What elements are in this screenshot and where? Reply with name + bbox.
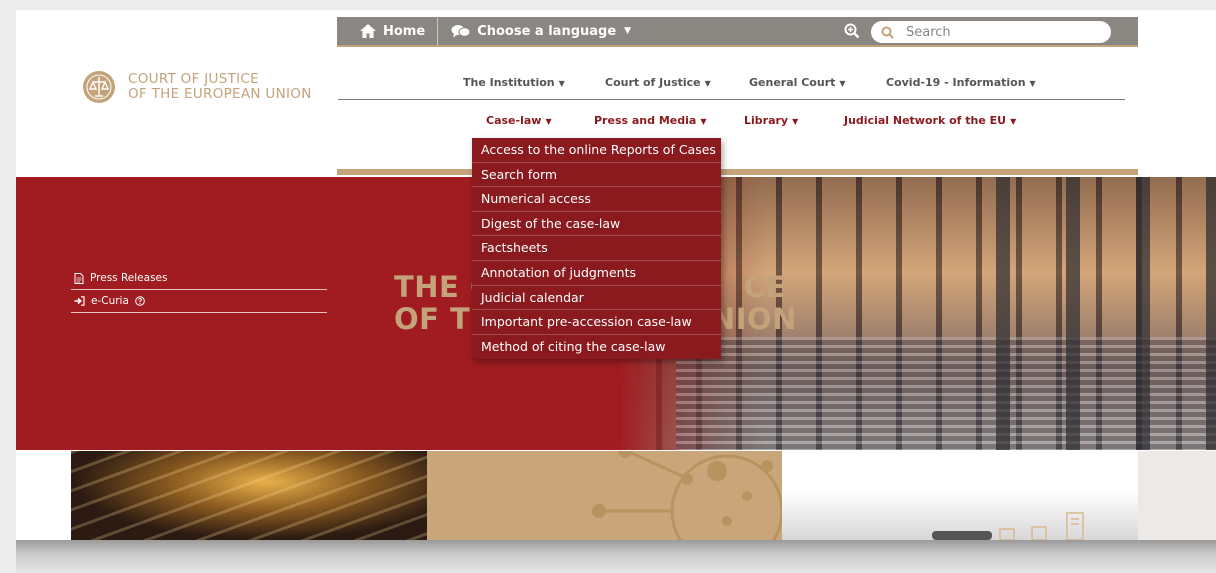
menu-item-judicial-calendar[interactable]: Judicial calendar — [472, 286, 721, 311]
hero-title-line1-end: CE — [743, 270, 786, 304]
help-icon[interactable] — [135, 296, 145, 306]
case-law-dropdown: Access to the online Reports of Cases Se… — [472, 138, 721, 360]
nav-judicial-network[interactable]: Judicial Network of the EU ▼ — [844, 114, 1016, 127]
nav-case-law[interactable]: Case-law ▼ — [486, 114, 552, 127]
chevron-down-icon: ▼ — [558, 79, 565, 88]
courtroom-photo — [71, 451, 427, 540]
nav-label: General Court — [749, 76, 836, 89]
document-icon — [74, 272, 84, 284]
covid-tile[interactable] — [427, 451, 782, 540]
press-releases-link[interactable]: Press Releases — [71, 269, 327, 290]
language-selector[interactable]: Choose a language ▼ — [438, 24, 631, 39]
e-curia-label: e-Curia — [91, 295, 129, 307]
nav-court-of-justice[interactable]: Court of Justice ▼ — [605, 76, 711, 89]
top-bar: Home Choose a language ▼ — [337, 17, 1138, 47]
nav-label: The Institution — [463, 76, 555, 89]
nav-label: Press and Media — [594, 114, 697, 127]
sign-in-icon — [74, 296, 85, 306]
menu-item-factsheets[interactable]: Factsheets — [472, 236, 721, 261]
nav-label: Judicial Network of the EU — [844, 114, 1007, 127]
nav-label: Court of Justice — [605, 76, 701, 89]
virus-icon — [592, 451, 782, 540]
nav-general-court[interactable]: General Court ▼ — [749, 76, 846, 89]
chevron-down-icon: ▼ — [839, 79, 846, 88]
main-nav-row1: The Institution ▼ Court of Justice ▼ Gener… — [338, 76, 1125, 100]
press-releases-label: Press Releases — [90, 272, 168, 284]
menu-item-annotation[interactable]: Annotation of judgments — [472, 261, 721, 286]
window-bottom-edge — [16, 540, 1216, 573]
nav-press-and-media[interactable]: Press and Media ▼ — [594, 114, 706, 127]
browser-page: Home Choose a language ▼ COURT OF JUSTIC… — [16, 10, 1216, 540]
home-icon — [360, 24, 376, 38]
home-label: Home — [383, 23, 426, 39]
e-curia-link[interactable]: e-Curia — [71, 290, 327, 313]
nav-divider — [337, 169, 1138, 175]
nav-label: Case-law — [486, 114, 542, 127]
search-icon[interactable] — [881, 26, 894, 39]
menu-item-digest[interactable]: Digest of the case-law — [472, 212, 721, 237]
chevron-down-icon: ▼ — [700, 117, 707, 126]
building-tile[interactable] — [782, 451, 1138, 540]
hero-columns — [996, 177, 1216, 450]
search-box[interactable] — [871, 21, 1111, 43]
chevron-down-icon: ▼ — [624, 26, 632, 36]
court-name-line1: COURT OF JUSTICE — [128, 71, 259, 87]
search-input[interactable] — [906, 24, 1086, 40]
menu-item-online-reports[interactable]: Access to the online Reports of Cases — [472, 138, 721, 163]
nav-the-institution[interactable]: The Institution ▼ — [463, 76, 565, 89]
main-nav-row2: Case-law ▼ Press and Media ▼ Library ▼ Judi… — [338, 114, 1125, 138]
chevron-down-icon: ▼ — [1029, 79, 1036, 88]
chevron-down-icon: ▼ — [792, 117, 799, 126]
hero-title-line2-start: OF TI — [394, 302, 482, 336]
menu-item-search-form[interactable]: Search form — [472, 163, 721, 188]
nav-library[interactable]: Library ▼ — [744, 114, 798, 127]
menu-item-citing[interactable]: Method of citing the case-law — [472, 335, 721, 360]
zoom-in-icon[interactable] — [844, 23, 860, 39]
menu-item-numerical-access[interactable]: Numerical access — [472, 187, 721, 212]
chevron-down-icon: ▼ — [1010, 117, 1017, 126]
tile-background — [1138, 451, 1216, 540]
nav-covid-information[interactable]: Covid-19 - Information ▼ — [886, 76, 1036, 89]
quick-links: Press Releases e-Curia — [71, 269, 327, 313]
court-name-line2: OF THE EUROPEAN UNION — [128, 86, 312, 102]
home-link[interactable]: Home — [337, 17, 439, 45]
building-icon — [932, 512, 1084, 540]
chevron-down-icon: ▼ — [704, 79, 711, 88]
court-logo[interactable]: COURT OF JUSTICE OF THE EUROPEAN UNION — [82, 70, 312, 104]
speech-bubbles-icon — [451, 25, 471, 38]
language-label: Choose a language — [477, 23, 617, 39]
nav-label: Covid-19 - Information — [886, 76, 1026, 89]
nav-label: Library — [744, 114, 789, 127]
court-emblem-icon — [83, 71, 115, 103]
courtroom-tile[interactable] — [71, 451, 427, 540]
chevron-down-icon: ▼ — [545, 117, 552, 126]
menu-item-pre-accession[interactable]: Important pre-accession case-law — [472, 310, 721, 335]
court-name: COURT OF JUSTICE OF THE EUROPEAN UNION — [128, 72, 312, 102]
